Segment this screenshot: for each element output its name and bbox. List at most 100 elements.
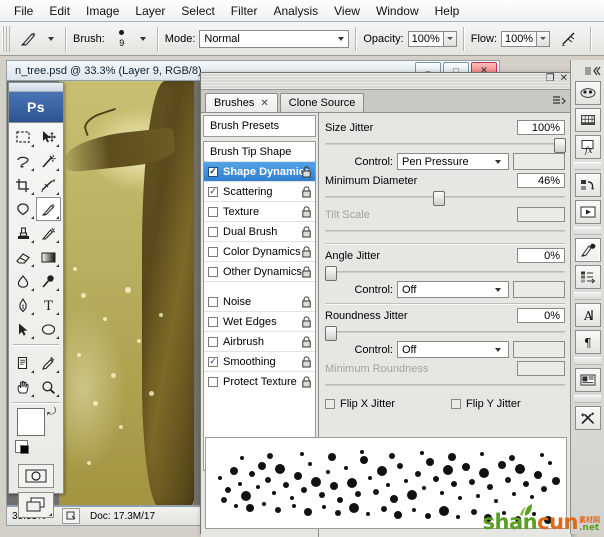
slider-thumb[interactable] bbox=[433, 191, 445, 206]
menu-item-view[interactable]: View bbox=[326, 2, 368, 20]
list-item-dual-brush[interactable]: Dual Brush bbox=[204, 222, 315, 242]
scattering-checkbox[interactable]: ✓ bbox=[208, 187, 218, 197]
wet-edges-checkbox[interactable] bbox=[208, 317, 218, 327]
notes-tool[interactable] bbox=[11, 351, 36, 375]
size-jitter-value[interactable]: 100% bbox=[517, 120, 565, 135]
menu-item-analysis[interactable]: Analysis bbox=[265, 2, 326, 20]
slider-thumb[interactable] bbox=[325, 326, 337, 341]
list-item-wet-edges[interactable]: Wet Edges bbox=[204, 312, 315, 332]
roundness-jitter-slider[interactable] bbox=[325, 325, 565, 339]
toolbox-grip[interactable] bbox=[9, 83, 63, 92]
panel-title-bar[interactable]: ❐ ✕ bbox=[201, 73, 571, 90]
brushes-panel-icon[interactable] bbox=[575, 238, 601, 262]
tool-presets-panel-icon[interactable] bbox=[575, 406, 601, 430]
list-item-texture[interactable]: Texture bbox=[204, 202, 315, 222]
lock-icon[interactable] bbox=[301, 376, 312, 388]
panel-close-icon[interactable]: ✕ bbox=[560, 73, 568, 84]
color-dynamics-checkbox[interactable] bbox=[208, 247, 218, 257]
character-panel-icon[interactable]: A bbox=[575, 303, 601, 327]
options-bar-grip[interactable] bbox=[2, 26, 12, 52]
dock-collapse-button[interactable] bbox=[571, 64, 604, 78]
swatches-panel-icon[interactable] bbox=[575, 108, 601, 132]
lock-icon[interactable] bbox=[301, 186, 312, 198]
angle-control-extra-field[interactable] bbox=[513, 281, 565, 298]
brush-picker-chevron-icon[interactable] bbox=[140, 37, 146, 41]
lock-icon[interactable] bbox=[301, 226, 312, 238]
roundness-control-extra-field[interactable] bbox=[513, 341, 565, 358]
pen-tool[interactable] bbox=[11, 293, 36, 317]
image-canvas[interactable] bbox=[59, 81, 194, 506]
opacity-stepper[interactable] bbox=[444, 31, 457, 47]
history-panel-icon[interactable] bbox=[575, 173, 601, 197]
eyedropper-tool[interactable] bbox=[36, 351, 61, 375]
smoothing-checkbox[interactable]: ✓ bbox=[208, 357, 218, 367]
lock-icon[interactable] bbox=[301, 316, 312, 328]
zoom-tool[interactable] bbox=[36, 375, 61, 399]
angle-control-select[interactable]: Off bbox=[397, 281, 509, 298]
menu-item-file[interactable]: File bbox=[6, 2, 41, 20]
history-brush-tool[interactable] bbox=[36, 221, 61, 245]
tab-close-icon[interactable]: ✕ bbox=[260, 98, 268, 109]
roundness-control-select[interactable]: Off bbox=[397, 341, 509, 358]
slice-tool[interactable] bbox=[36, 173, 61, 197]
list-item-brush-presets[interactable]: Brush Presets bbox=[204, 116, 315, 136]
protect-texture-checkbox[interactable] bbox=[208, 377, 218, 387]
hand-tool[interactable] bbox=[11, 375, 36, 399]
list-item-other-dynamics[interactable]: Other Dynamics bbox=[204, 262, 315, 282]
size-control-extra-field[interactable] bbox=[513, 153, 565, 170]
layers-panel-icon[interactable] bbox=[575, 368, 601, 392]
texture-checkbox[interactable] bbox=[208, 207, 218, 217]
color-panel-icon[interactable] bbox=[575, 81, 601, 105]
tab-brushes[interactable]: Brushes ✕ bbox=[205, 93, 278, 112]
panel-restore-icon[interactable]: ❐ bbox=[546, 73, 555, 84]
styles-panel-icon[interactable]: fx bbox=[575, 135, 601, 159]
list-item-airbrush[interactable]: Airbrush bbox=[204, 332, 315, 352]
healing-brush-tool[interactable] bbox=[11, 197, 36, 221]
lock-icon[interactable] bbox=[301, 166, 312, 178]
lock-icon[interactable] bbox=[301, 206, 312, 218]
blend-mode-select[interactable]: Normal bbox=[199, 30, 349, 48]
airbrush-icon[interactable] bbox=[556, 26, 584, 52]
move-tool[interactable] bbox=[36, 125, 61, 149]
menu-item-image[interactable]: Image bbox=[78, 2, 127, 20]
eraser-tool[interactable] bbox=[11, 245, 36, 269]
size-jitter-slider[interactable] bbox=[325, 137, 565, 151]
actions-panel-icon[interactable] bbox=[575, 200, 601, 224]
lock-icon[interactable] bbox=[301, 356, 312, 368]
opacity-input[interactable]: 100% bbox=[408, 31, 444, 47]
noise-checkbox[interactable] bbox=[208, 297, 218, 307]
brush-preview[interactable]: 9 bbox=[109, 24, 135, 54]
clone-stamp-tool[interactable] bbox=[11, 221, 36, 245]
foreground-color-swatch[interactable] bbox=[17, 408, 45, 436]
angle-jitter-value[interactable]: 0% bbox=[517, 248, 565, 263]
menu-item-layer[interactable]: Layer bbox=[127, 2, 173, 20]
brush-tool-preset-chevron-icon[interactable] bbox=[48, 37, 54, 41]
shape-tool[interactable] bbox=[36, 317, 61, 341]
menu-item-window[interactable]: Window bbox=[368, 2, 427, 20]
slider-thumb[interactable] bbox=[325, 266, 337, 281]
path-selection-tool[interactable] bbox=[11, 317, 36, 341]
list-item-scattering[interactable]: ✓ Scattering bbox=[204, 182, 315, 202]
gradient-tool[interactable] bbox=[36, 245, 61, 269]
lock-icon[interactable] bbox=[301, 296, 312, 308]
list-item-noise[interactable]: Noise bbox=[204, 292, 315, 312]
minimum-diameter-value[interactable]: 46% bbox=[517, 173, 565, 188]
flip-x-jitter-checkbox[interactable] bbox=[325, 399, 335, 409]
blur-tool[interactable] bbox=[11, 269, 36, 293]
angle-jitter-slider[interactable] bbox=[325, 265, 565, 279]
type-tool[interactable]: T bbox=[36, 293, 61, 317]
size-control-select[interactable]: Pen Pressure bbox=[397, 153, 509, 170]
list-item-smoothing[interactable]: ✓ Smoothing bbox=[204, 352, 315, 372]
menu-item-select[interactable]: Select bbox=[173, 2, 222, 20]
default-colors-icon[interactable] bbox=[15, 440, 28, 453]
swap-colors-icon[interactable]: ⤾ bbox=[47, 406, 56, 419]
menu-item-edit[interactable]: Edit bbox=[41, 2, 78, 20]
minimum-diameter-slider[interactable] bbox=[325, 190, 565, 204]
lock-icon[interactable] bbox=[301, 266, 312, 278]
flip-y-jitter-checkbox[interactable] bbox=[451, 399, 461, 409]
roundness-jitter-value[interactable]: 0% bbox=[517, 308, 565, 323]
quick-mask-button[interactable] bbox=[18, 464, 54, 488]
brush-tool[interactable] bbox=[36, 197, 61, 221]
layer-comps-panel-icon[interactable] bbox=[575, 265, 601, 289]
lock-icon[interactable] bbox=[301, 246, 312, 258]
